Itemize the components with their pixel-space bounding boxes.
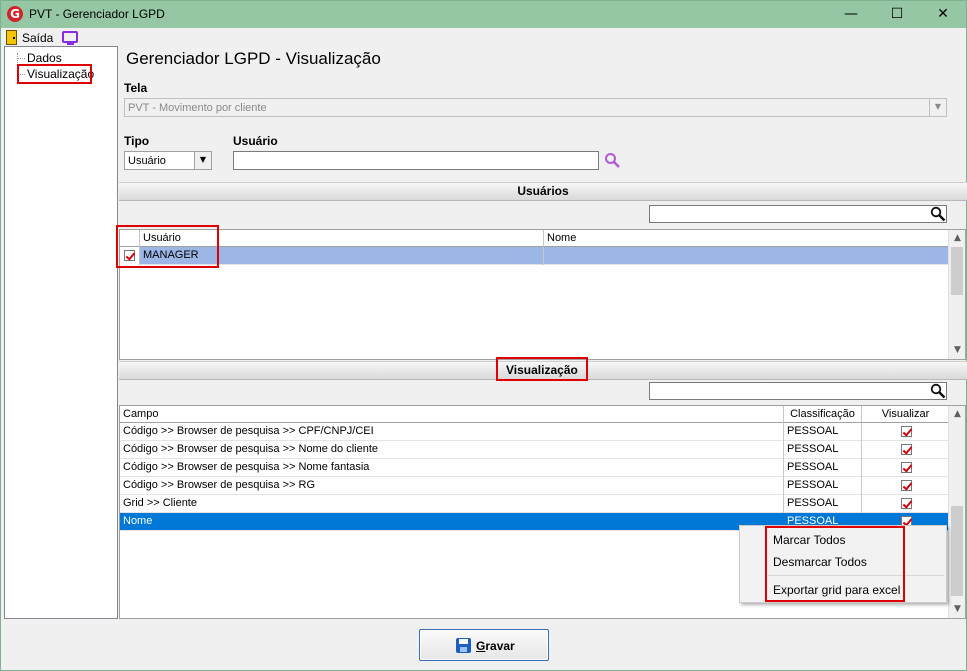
usuario-label: Usuário [233, 134, 278, 148]
column-header-visualizar[interactable]: Visualizar [862, 406, 950, 423]
usuarios-scrollbar[interactable]: ▲ ▼ [948, 230, 965, 359]
table-row[interactable]: Código >> Browser de pesquisa >> Nome fa… [120, 459, 949, 477]
tipo-select[interactable]: Usuário ▼ [124, 151, 212, 170]
tela-select[interactable]: PVT - Movimento por cliente ▼ [124, 98, 947, 117]
visualizar-checkbox[interactable] [901, 426, 912, 437]
highlight-box [765, 526, 905, 602]
column-header-nome[interactable]: Nome [544, 230, 950, 247]
row-nome [544, 247, 949, 265]
menu-bar: Saída [1, 28, 966, 48]
row-campo: Código >> Browser de pesquisa >> Nome do… [120, 441, 784, 459]
usuarios-grid: Usuário Nome MANAGER ▲ ▼ [119, 229, 966, 360]
tree-connector [17, 58, 25, 59]
menu-saida[interactable]: Saída [22, 31, 53, 45]
navigation-tree: Dados Visualização [4, 46, 118, 619]
row-visualizar-cell [862, 459, 949, 477]
search-icon[interactable] [930, 383, 946, 399]
row-campo: Código >> Browser de pesquisa >> CPF/CNP… [120, 423, 784, 441]
row-visualizar-cell [862, 495, 949, 513]
close-button[interactable]: ✕ [920, 1, 966, 28]
table-row[interactable]: Código >> Browser de pesquisa >> Nome do… [120, 441, 949, 459]
row-campo: Grid >> Cliente [120, 495, 784, 513]
scroll-down-icon[interactable]: ▼ [949, 342, 965, 359]
monitor-icon[interactable] [62, 31, 78, 45]
row-campo: Nome [120, 513, 784, 531]
usuarios-section-header: Usuários [119, 182, 967, 201]
visualizacao-search-input[interactable] [649, 382, 947, 400]
tela-label: Tela [124, 81, 148, 95]
search-icon[interactable] [604, 152, 620, 168]
row-classificacao: PESSOAL [784, 423, 862, 441]
minimize-button[interactable]: — [828, 1, 874, 28]
highlight-box [116, 225, 219, 268]
column-header-classificacao[interactable]: Classificação [784, 406, 862, 423]
row-visualizar-cell [862, 477, 949, 495]
usuarios-search-input[interactable] [649, 205, 947, 223]
table-row[interactable]: MANAGER [120, 247, 949, 265]
gravar-button[interactable]: Gravar [419, 629, 549, 661]
visualizar-checkbox[interactable] [901, 462, 912, 473]
app-window: G PVT - Gerenciador LGPD — ☐ ✕ Saída Dad… [0, 0, 967, 671]
app-logo-icon: G [7, 6, 23, 22]
scroll-thumb[interactable] [951, 506, 963, 596]
page-title: Gerenciador LGPD - Visualização [126, 49, 381, 68]
usuario-input[interactable] [233, 151, 599, 170]
row-visualizar-cell [862, 441, 949, 459]
row-visualizar-cell [862, 423, 949, 441]
chevron-down-icon: ▼ [929, 99, 946, 116]
tree-item-dados[interactable]: Dados [27, 51, 62, 65]
row-campo: Código >> Browser de pesquisa >> RG [120, 477, 784, 495]
maximize-button[interactable]: ☐ [874, 1, 920, 28]
visualizar-checkbox[interactable] [901, 480, 912, 491]
visualizacao-scrollbar[interactable]: ▲ ▼ [948, 406, 965, 618]
table-row[interactable]: Código >> Browser de pesquisa >> RG PESS… [120, 477, 949, 495]
title-bar[interactable]: G PVT - Gerenciador LGPD — ☐ ✕ [1, 1, 966, 28]
table-row[interactable]: Código >> Browser de pesquisa >> CPF/CNP… [120, 423, 949, 441]
tipo-select-value: Usuário [128, 155, 166, 167]
search-icon[interactable] [930, 206, 946, 222]
highlight-box [17, 64, 92, 84]
column-header-campo[interactable]: Campo [120, 406, 784, 423]
exit-door-icon[interactable] [6, 30, 17, 45]
scroll-up-icon[interactable]: ▲ [949, 230, 965, 247]
row-classificacao: PESSOAL [784, 495, 862, 513]
scroll-down-icon[interactable]: ▼ [949, 601, 965, 618]
scroll-up-icon[interactable]: ▲ [949, 406, 965, 423]
row-classificacao: PESSOAL [784, 441, 862, 459]
scroll-thumb[interactable] [951, 247, 963, 295]
row-classificacao: PESSOAL [784, 459, 862, 477]
gravar-button-label: Gravar [476, 639, 515, 653]
tipo-label: Tipo [124, 134, 150, 148]
floppy-disk-icon [456, 638, 471, 653]
visualizar-checkbox[interactable] [901, 498, 912, 509]
tela-select-value: PVT - Movimento por cliente [128, 102, 267, 114]
table-row[interactable]: Grid >> Cliente PESSOAL [120, 495, 949, 513]
visualizar-checkbox[interactable] [901, 444, 912, 455]
row-classificacao: PESSOAL [784, 477, 862, 495]
window-title: PVT - Gerenciador LGPD [29, 7, 165, 21]
gravar-mnemonic: G [476, 639, 486, 653]
row-campo: Código >> Browser de pesquisa >> Nome fa… [120, 459, 784, 477]
highlight-box [496, 357, 588, 381]
chevron-down-icon: ▼ [194, 152, 211, 169]
gravar-label-rest: ravar [485, 639, 515, 653]
